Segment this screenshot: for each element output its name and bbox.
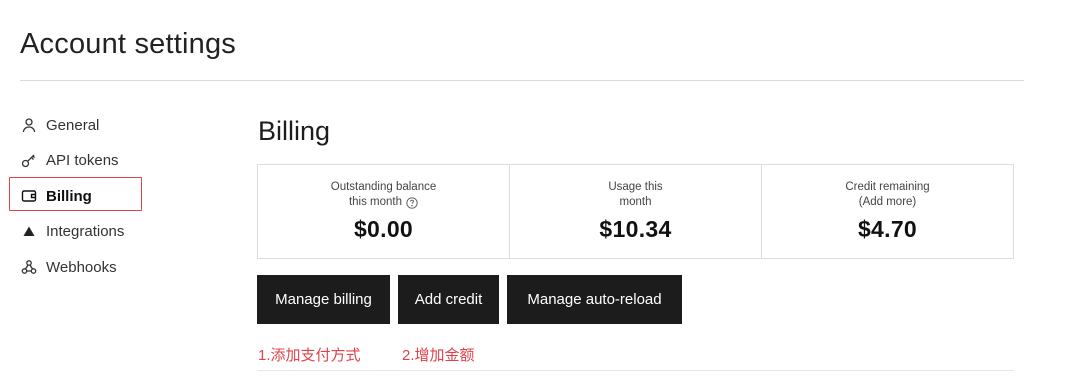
billing-title: Billing xyxy=(258,116,331,146)
add-more-link[interactable]: (Add more) xyxy=(845,195,929,210)
triangle-icon xyxy=(20,222,38,240)
stat-value: $10.34 xyxy=(599,216,672,242)
stat-label: Usage this month xyxy=(608,180,662,210)
wallet-icon xyxy=(20,187,38,205)
stat-label-line1: Outstanding balance xyxy=(330,181,437,193)
help-icon[interactable] xyxy=(406,196,418,209)
stat-value: $0.00 xyxy=(353,216,414,242)
stat-label-line2: month xyxy=(619,196,652,208)
sidebar-item-webhooks[interactable]: Webhooks xyxy=(20,252,117,282)
sidebar-item-label: Webhooks xyxy=(46,258,117,276)
sidebar-item-label: API tokens xyxy=(46,151,119,169)
stat-value: $4.70 xyxy=(857,216,918,242)
key-icon xyxy=(20,151,38,169)
sidebar-item-general[interactable]: General xyxy=(20,110,99,140)
sidebar-item-label: Integrations xyxy=(46,222,125,240)
sidebar-item-billing[interactable]: Billing xyxy=(20,181,92,211)
manage-auto-reload-button[interactable]: Manage auto-reload xyxy=(507,275,682,324)
manage-billing-button[interactable]: Manage billing xyxy=(257,275,390,324)
stat-credit-remaining: Credit remaining (Add more) $4.70 xyxy=(761,165,1013,258)
stat-usage-this-month: Usage this month $10.34 xyxy=(509,165,761,258)
user-icon xyxy=(20,116,38,134)
title-divider xyxy=(20,80,1024,81)
stat-label: Outstanding balance this month xyxy=(330,180,437,210)
stat-label: Credit remaining (Add more) xyxy=(845,180,929,210)
add-credit-button[interactable]: Add credit xyxy=(398,275,499,324)
annotation-step1: 1.添加支付方式 xyxy=(258,347,361,364)
bottom-divider xyxy=(257,370,1014,371)
stat-label-line1: Usage this xyxy=(608,181,663,193)
stat-label-line1: Credit remaining xyxy=(845,181,930,193)
stat-label-line2: this month xyxy=(348,196,403,208)
billing-stats-panel: Outstanding balance this month $0.00 Usa… xyxy=(257,164,1014,259)
webhook-icon xyxy=(20,258,38,276)
sidebar-item-api-tokens[interactable]: API tokens xyxy=(20,145,119,175)
sidebar-item-integrations[interactable]: Integrations xyxy=(20,216,124,246)
sidebar-item-label: General xyxy=(46,116,100,134)
sidebar-item-label: Billing xyxy=(46,187,92,205)
annotation-step2: 2.增加金额 xyxy=(402,347,475,364)
page-title: Account settings xyxy=(20,28,236,60)
stat-outstanding-balance: Outstanding balance this month $0.00 xyxy=(258,165,509,258)
